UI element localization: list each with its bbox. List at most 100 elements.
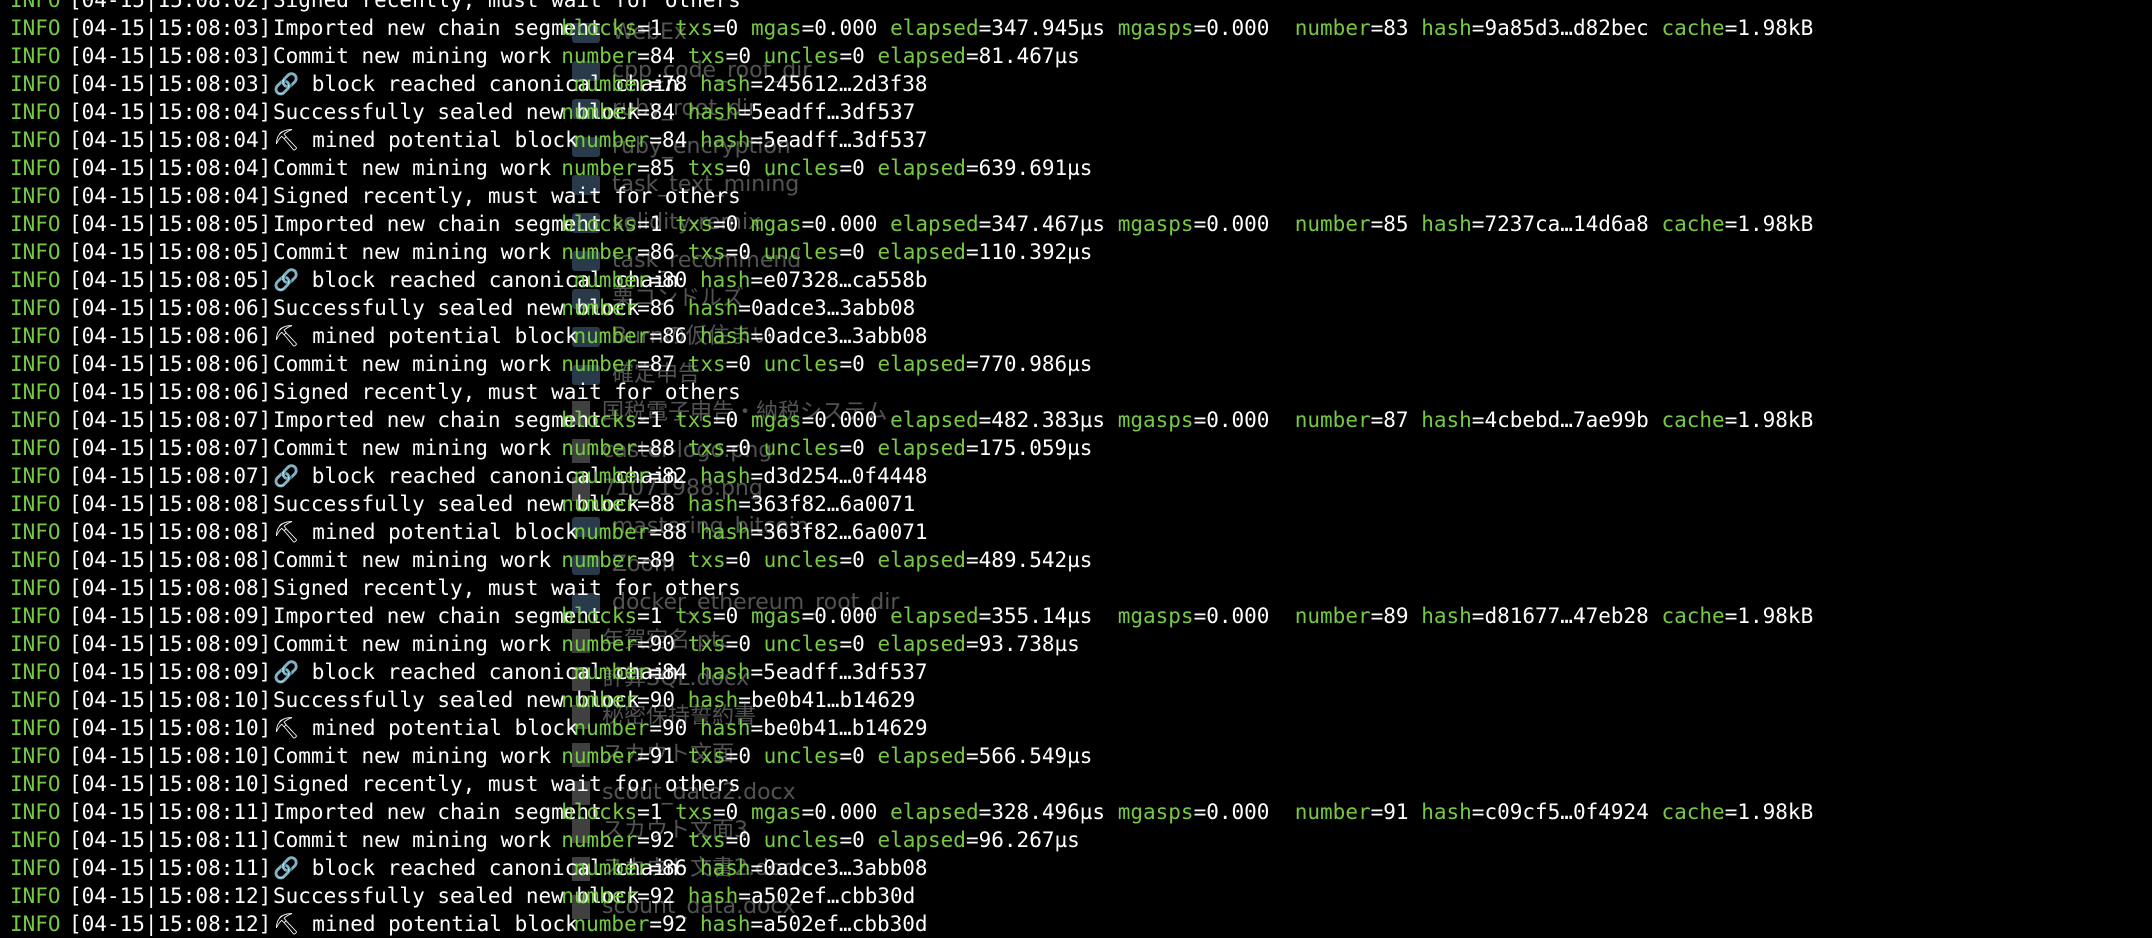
field-key: elapsed	[877, 240, 966, 264]
log-message: ⛏ mined potential block	[273, 520, 578, 544]
log-timestamp: [04-15|15:08:04]	[69, 184, 272, 208]
log-fields: number=86 hash=0adce3…3abb08	[573, 324, 928, 348]
log-fields: number=88 hash=363f82…6a0071	[561, 492, 916, 516]
field-value: 88	[649, 436, 676, 460]
field-key: txs	[687, 632, 726, 656]
log-line: INFO [04-15|15:08:04] Commit new mining wo…	[10, 154, 2150, 182]
field-value: 91	[649, 744, 676, 768]
log-timestamp: [04-15|15:08:04]	[69, 156, 272, 180]
field-key: number	[1294, 408, 1371, 432]
field-value: 0	[725, 408, 739, 432]
field-value: 82	[662, 464, 688, 488]
field-key: number	[561, 240, 638, 264]
field-value: 482.383µs	[991, 408, 1106, 432]
field-value: 5eadff…3df537	[763, 660, 928, 684]
field-key: blocks	[561, 408, 638, 432]
field-value: 96.267µs	[978, 828, 1080, 852]
log-line: INFO [04-15|15:08:06] Signed recently, mus…	[10, 378, 2150, 406]
terminal-window[interactable]: WebEx cpp_code_root_dir ruby_root_dir ruby_…	[0, 0, 2152, 938]
log-line: INFO [04-15|15:08:04] ⛏ mined potential bl…	[10, 126, 2150, 154]
log-timestamp: [04-15|15:08:11]	[69, 856, 272, 880]
field-key: txs	[687, 436, 726, 460]
log-level: INFO	[10, 744, 61, 768]
field-key: hash	[1421, 212, 1472, 236]
field-key: elapsed	[877, 156, 966, 180]
log-message: ⛏ mined potential block	[273, 912, 578, 936]
log-line: INFO [04-15|15:08:07] Imported new chain s…	[10, 406, 2150, 434]
log-fields: number=88 txs=0 uncles=0 elapsed=175.059…	[561, 436, 1093, 460]
field-value: 81.467µs	[978, 44, 1080, 68]
log-timestamp: [04-15|15:08:03]	[69, 44, 272, 68]
field-value: 489.542µs	[978, 548, 1093, 572]
field-value: 80	[662, 268, 688, 292]
log-timestamp: [04-15|15:08:08]	[69, 576, 272, 600]
field-key: mgas	[750, 408, 802, 432]
log-timestamp: [04-15|15:08:09]	[69, 632, 272, 656]
log-timestamp: [04-15|15:08:06]	[69, 296, 272, 320]
field-value: 92	[649, 828, 676, 852]
field-value: 0.000	[814, 16, 878, 40]
log-timestamp: [04-15|15:08:10]	[69, 772, 272, 796]
field-key: number	[561, 828, 638, 852]
field-key: number	[573, 128, 650, 152]
field-value: 0	[738, 44, 751, 68]
field-key: txs	[675, 212, 714, 236]
field-value: 0.000	[1206, 408, 1283, 432]
log-message: Signed recently, must wait for others	[273, 0, 741, 12]
field-value: 0.000	[814, 408, 878, 432]
log-output: INFO [04-15|15:08:02] Signed recently, mus…	[10, 0, 2150, 938]
field-value: 0.000	[1206, 16, 1283, 40]
log-timestamp: [04-15|15:08:08]	[69, 520, 272, 544]
field-key: mgas	[750, 604, 802, 628]
log-level: INFO	[10, 128, 61, 152]
field-key: mgas	[750, 16, 802, 40]
field-value: 0adce3…3abb08	[750, 296, 916, 320]
log-timestamp: [04-15|15:08:12]	[69, 912, 272, 936]
log-line: INFO [04-15|15:08:11] Imported new chain s…	[10, 798, 2150, 826]
log-message: Imported new chain segment	[273, 16, 602, 40]
field-value: 0	[738, 548, 751, 572]
field-value: c09cf5…0f4924	[1484, 800, 1649, 824]
field-key: uncles	[763, 548, 840, 572]
log-fields: number=92 txs=0 uncles=0 elapsed=96.267µ…	[561, 828, 1080, 852]
field-value: 85	[649, 156, 676, 180]
field-key: txs	[675, 408, 714, 432]
field-value: 78	[662, 72, 688, 96]
field-value: be0b41…b14629	[763, 716, 928, 740]
field-key: number	[1294, 604, 1371, 628]
field-key: cache	[1661, 800, 1725, 824]
log-timestamp: [04-15|15:08:06]	[69, 324, 272, 348]
field-key: uncles	[763, 632, 840, 656]
log-message: Signed recently, must wait for others	[273, 576, 741, 600]
field-value: 0	[852, 240, 865, 264]
log-line: INFO [04-15|15:08:04] Signed recently, mus…	[10, 182, 2150, 210]
log-line: INFO [04-15|15:08:03] Commit new mining wo…	[10, 42, 2150, 70]
field-key: mgas	[750, 212, 802, 236]
log-message: Commit new mining work	[273, 240, 552, 264]
log-line: INFO [04-15|15:08:05] Commit new mining wo…	[10, 238, 2150, 266]
log-line: INFO [04-15|15:08:03] 🔗 block reached cano…	[10, 70, 2150, 98]
log-level: INFO	[10, 408, 61, 432]
log-timestamp: [04-15|15:08:05]	[69, 268, 272, 292]
log-level: INFO	[10, 912, 61, 936]
field-value: 0.000	[814, 604, 878, 628]
field-key: number	[561, 156, 638, 180]
log-line: INFO [04-15|15:08:11] Commit new mining wo…	[10, 826, 2150, 854]
field-key: number	[561, 296, 638, 320]
field-key: txs	[687, 44, 726, 68]
field-key: number	[573, 912, 650, 936]
log-level: INFO	[10, 548, 61, 572]
field-key: uncles	[763, 352, 840, 376]
field-value: 87	[649, 352, 676, 376]
field-value: 9a85d3…d82bec	[1484, 16, 1649, 40]
log-message: Commit new mining work	[273, 44, 552, 68]
field-value: 328.496µs	[991, 800, 1106, 824]
log-line: INFO [04-15|15:08:07] Commit new mining wo…	[10, 434, 2150, 462]
log-level: INFO	[10, 240, 61, 264]
field-value: 84	[662, 128, 688, 152]
field-value: 1.98kB	[1737, 604, 1814, 628]
field-value: d81677…47eb28	[1484, 604, 1649, 628]
log-level: INFO	[10, 352, 61, 376]
field-key: hash	[1421, 16, 1472, 40]
field-key: mgasps	[1117, 408, 1194, 432]
